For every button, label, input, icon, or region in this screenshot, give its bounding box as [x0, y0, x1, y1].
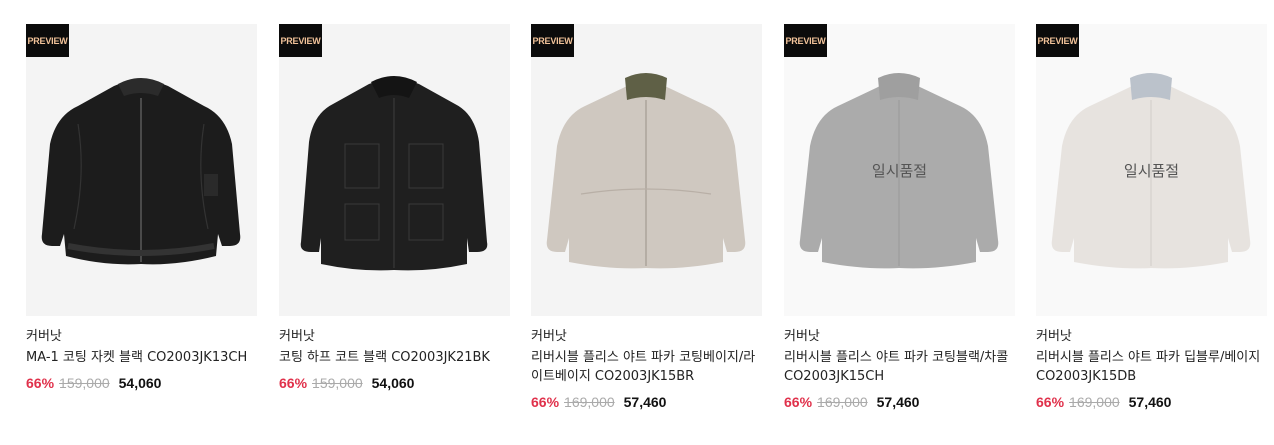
brand-name: 커버낫 [784, 329, 820, 344]
product-image[interactable]: PREVIEW [279, 24, 510, 316]
product-card[interactable]: PREVIEW 일시품절 커버낫 리버시블 플리스 야트 파카 코팅블랙/차콜 … [784, 24, 1015, 412]
price-row: 66% 169,000 57,460 [1036, 393, 1267, 412]
product-card[interactable]: PREVIEW 커버낫 코팅 하프 코트 블랙 CO2003JK21BK 66%… [279, 24, 510, 393]
preview-badge: PREVIEW [1036, 24, 1079, 57]
preview-badge: PREVIEW [26, 24, 69, 57]
product-card[interactable]: PREVIEW 일시품절 커버낫 리버시블 플리스 야트 파카 딥블루/베이지 … [1036, 24, 1267, 412]
product-name[interactable]: 리버시블 플리스 야트 파카 코팅베이지/라이트베이지 CO2003JK15BR [531, 348, 762, 386]
brand-name: 커버낫 [1036, 329, 1072, 344]
original-price: 169,000 [817, 394, 868, 410]
product-card[interactable]: PREVIEW 커버낫 리버시블 플리스 야트 파카 코팅베이지/라이트베이지 … [531, 24, 762, 412]
original-price: 169,000 [1069, 394, 1120, 410]
price-row: 66% 159,000 54,060 [279, 374, 510, 393]
discount-rate: 66% [279, 375, 308, 391]
discount-rate: 66% [1036, 394, 1065, 410]
soldout-label: 일시품절 [871, 162, 928, 180]
original-price: 159,000 [59, 375, 110, 391]
product-name[interactable]: 리버시블 플리스 야트 파카 딥블루/베이지 CO2003JK15DB [1036, 348, 1267, 386]
preview-badge: PREVIEW [279, 24, 322, 57]
product-name[interactable]: MA-1 코팅 자켓 블랙 CO2003JK13CH [26, 348, 257, 367]
brand-name: 커버낫 [531, 329, 567, 344]
product-name[interactable]: 리버시블 플리스 야트 파카 코팅블랙/차콜 CO2003JK15CH [784, 348, 1015, 386]
price-row: 66% 169,000 57,460 [784, 393, 1015, 412]
jacket-image [41, 78, 241, 265]
original-price: 159,000 [312, 375, 363, 391]
jacket-image [546, 73, 746, 269]
product-card[interactable]: PREVIEW 커버낫 MA-1 코팅 자켓 블랙 CO2003JK13CH 6… [26, 24, 257, 393]
jacket-image [300, 76, 488, 271]
sale-price: 57,460 [876, 394, 920, 410]
product-grid: PREVIEW 커버낫 MA-1 코팅 자켓 블랙 CO2003JK13CH 6… [0, 0, 1274, 445]
price-row: 66% 169,000 57,460 [531, 393, 762, 412]
sale-price: 54,060 [118, 375, 162, 391]
product-name[interactable]: 코팅 하프 코트 블랙 CO2003JK21BK [279, 348, 510, 367]
sale-price: 57,460 [1128, 394, 1172, 410]
discount-rate: 66% [26, 375, 55, 391]
product-image[interactable]: PREVIEW 일시품절 [784, 24, 1015, 316]
product-image[interactable]: PREVIEW 일시품절 [1036, 24, 1267, 316]
sale-price: 57,460 [623, 394, 667, 410]
sale-price: 54,060 [371, 375, 415, 391]
discount-rate: 66% [784, 394, 813, 410]
original-price: 169,000 [564, 394, 615, 410]
preview-badge: PREVIEW [784, 24, 827, 57]
price-row: 66% 159,000 54,060 [26, 374, 257, 393]
soldout-label: 일시품절 [1123, 162, 1180, 180]
preview-badge: PREVIEW [531, 24, 574, 57]
product-image[interactable]: PREVIEW [531, 24, 762, 316]
product-image[interactable]: PREVIEW [26, 24, 257, 316]
brand-name: 커버낫 [26, 329, 62, 344]
brand-name: 커버낫 [279, 329, 315, 344]
discount-rate: 66% [531, 394, 560, 410]
